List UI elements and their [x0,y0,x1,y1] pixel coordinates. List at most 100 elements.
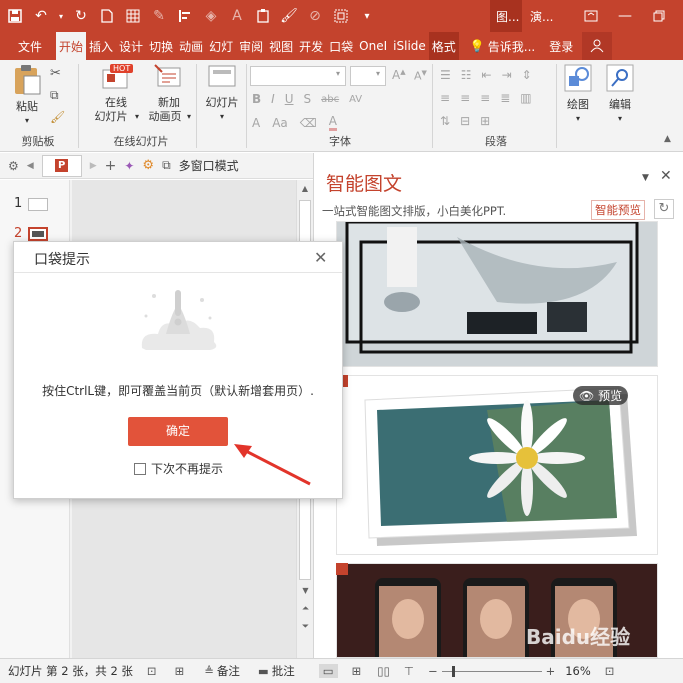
font-color-a-icon[interactable]: A [328,114,337,131]
multi-window-label[interactable]: 多窗口模式 [179,157,239,174]
comments-icon[interactable]: ▬ [258,664,269,678]
prev-slide-icon[interactable]: ⏶ [297,604,314,614]
format-painter-icon[interactable]: 🖌 [278,5,300,27]
context-tab-presentation[interactable]: 演... [524,0,556,32]
minimize-icon[interactable]: — [614,5,636,27]
new-animation-button[interactable]: 新加 动画页 ▾ [144,64,194,128]
tab-onei[interactable]: OneI [356,32,390,60]
font-color-icon[interactable]: A [226,5,248,27]
zoom-slider[interactable] [441,665,542,677]
spacing-icon[interactable]: AV [349,94,362,105]
scroll-down-icon[interactable]: ▼ [297,586,314,595]
context-tab-picture[interactable]: 图... [490,0,522,32]
columns-icon[interactable]: ▥ [520,91,531,105]
tab-review[interactable]: 审阅 [236,32,266,60]
tab-view[interactable]: 视图 [266,32,296,60]
tab-developer[interactable]: 开发 [296,32,326,60]
decrease-indent-icon[interactable]: ⇤ [482,68,492,82]
scroll-up-icon[interactable]: ▲ [297,184,313,193]
align-center-icon[interactable]: ≡ [460,91,470,105]
italic-icon[interactable]: I [271,92,275,106]
language-icon[interactable]: ⊞ [175,664,185,678]
template-card-1[interactable] [336,221,658,367]
ribbon-display-icon[interactable] [580,5,602,27]
share-icon[interactable] [582,32,613,60]
ppt-tab[interactable]: P [41,154,82,177]
slide-thumb-2[interactable] [28,227,48,241]
scroll-left-icon[interactable]: ◀ [27,161,34,171]
tell-me[interactable]: 💡 告诉我... [467,32,538,60]
reading-view-icon[interactable]: ▯▯ [377,664,390,678]
online-slides-button[interactable]: HOT 在线 幻灯片 ▾ [88,64,144,128]
shadow-icon[interactable]: S [304,92,312,106]
edit-button[interactable]: 编辑 ▾ [602,64,638,128]
tab-file[interactable]: 文件 [0,32,56,60]
paste-button[interactable]: 粘贴 ▾ [8,64,46,125]
strikethrough-icon[interactable]: abc [321,94,339,105]
align-left-icon[interactable]: ≡ [440,91,450,105]
tab-transitions[interactable]: 切换 [146,32,176,60]
next-slide-icon[interactable]: ⏷ [297,622,314,632]
numbering-icon[interactable]: ☷ [461,68,472,82]
zoom-slider-thumb[interactable] [451,665,455,677]
text-effect-icon[interactable]: A [252,116,260,130]
tab-slideshow[interactable]: 幻灯 [206,32,236,60]
no-fill-icon[interactable]: ⊘ [304,5,326,27]
eyedropper-icon[interactable]: ✎ [148,5,170,27]
tab-insert[interactable]: 插入 [86,32,116,60]
ok-button[interactable]: 确定 [128,417,228,446]
scroll-right-icon[interactable]: ▶ [90,161,97,171]
refresh-icon[interactable]: ↻ [654,199,674,219]
new-file-icon[interactable] [96,5,118,27]
slides-button[interactable]: 幻灯片 ▾ [200,64,244,128]
notes-icon[interactable]: ≜ [204,664,214,678]
comments-button[interactable]: 批注 [272,663,295,679]
zoom-out-icon[interactable]: − [428,664,438,678]
add-tab-icon[interactable]: + [105,158,117,174]
undo-icon[interactable]: ↶ [30,5,52,27]
more-icon[interactable]: ▾ [356,5,378,27]
grow-font-icon[interactable]: A▲ [392,68,406,82]
clear-format-icon[interactable]: ⌫ [300,116,317,130]
copy-icon[interactable]: ⧉ [50,88,59,103]
font-name-input[interactable] [250,66,346,86]
align-right-icon[interactable]: ≡ [480,91,490,105]
align-icon[interactable] [174,5,196,27]
selection-icon[interactable] [330,5,352,27]
cut-icon[interactable]: ✂ [50,66,61,81]
login-button[interactable]: 登录 [546,32,576,60]
spellcheck-icon[interactable]: ⊡ [147,664,157,678]
tab-home[interactable]: 开始 [56,32,87,60]
dont-show-checkbox[interactable] [134,462,146,475]
change-case-icon[interactable]: Aa [272,116,288,130]
notes-button[interactable]: 备注 [217,663,240,679]
line-spacing-icon[interactable]: ⇕ [522,68,532,82]
gear-icon[interactable]: ⚙ [142,158,154,173]
multi-window-icon[interactable]: ⧉ [162,158,171,173]
tab-format[interactable]: 格式 [428,32,459,60]
tab-animations[interactable]: 动画 [176,32,206,60]
collapse-ribbon-icon[interactable]: ▲ [664,134,671,144]
draw-button[interactable]: 绘图 ▾ [560,64,596,128]
dialog-close-icon[interactable]: ✕ [314,248,327,267]
pane-close-icon[interactable]: ✕ [660,168,672,184]
pane-settings-icon[interactable]: ⚙ [8,159,19,173]
shrink-font-icon[interactable]: A▼ [414,69,427,83]
smart-preview-button[interactable]: 智能预览 [591,200,645,220]
zoom-in-icon[interactable]: + [546,664,556,678]
text-direction-icon[interactable]: ⇅ [440,114,450,128]
normal-view-icon[interactable]: ▭ [318,664,338,678]
clipboard-icon[interactable] [252,5,274,27]
font-size-dropdown-icon[interactable]: ▾ [376,69,380,78]
font-size-input[interactable] [350,66,386,86]
justify-icon[interactable]: ≣ [500,91,510,105]
align-text-icon[interactable]: ⊟ [460,114,470,128]
tab-pocket[interactable]: 口袋 [326,32,356,60]
tab-design[interactable]: 设计 [116,32,146,60]
slide-thumb-1[interactable] [28,198,48,211]
bullets-icon[interactable]: ☰ [440,68,451,82]
fit-window-icon[interactable]: ⊡ [605,664,615,678]
smartart-icon[interactable]: ⊞ [480,114,490,128]
undo-dropdown-icon[interactable]: ▾ [56,5,66,27]
underline-icon[interactable]: U [285,92,294,106]
